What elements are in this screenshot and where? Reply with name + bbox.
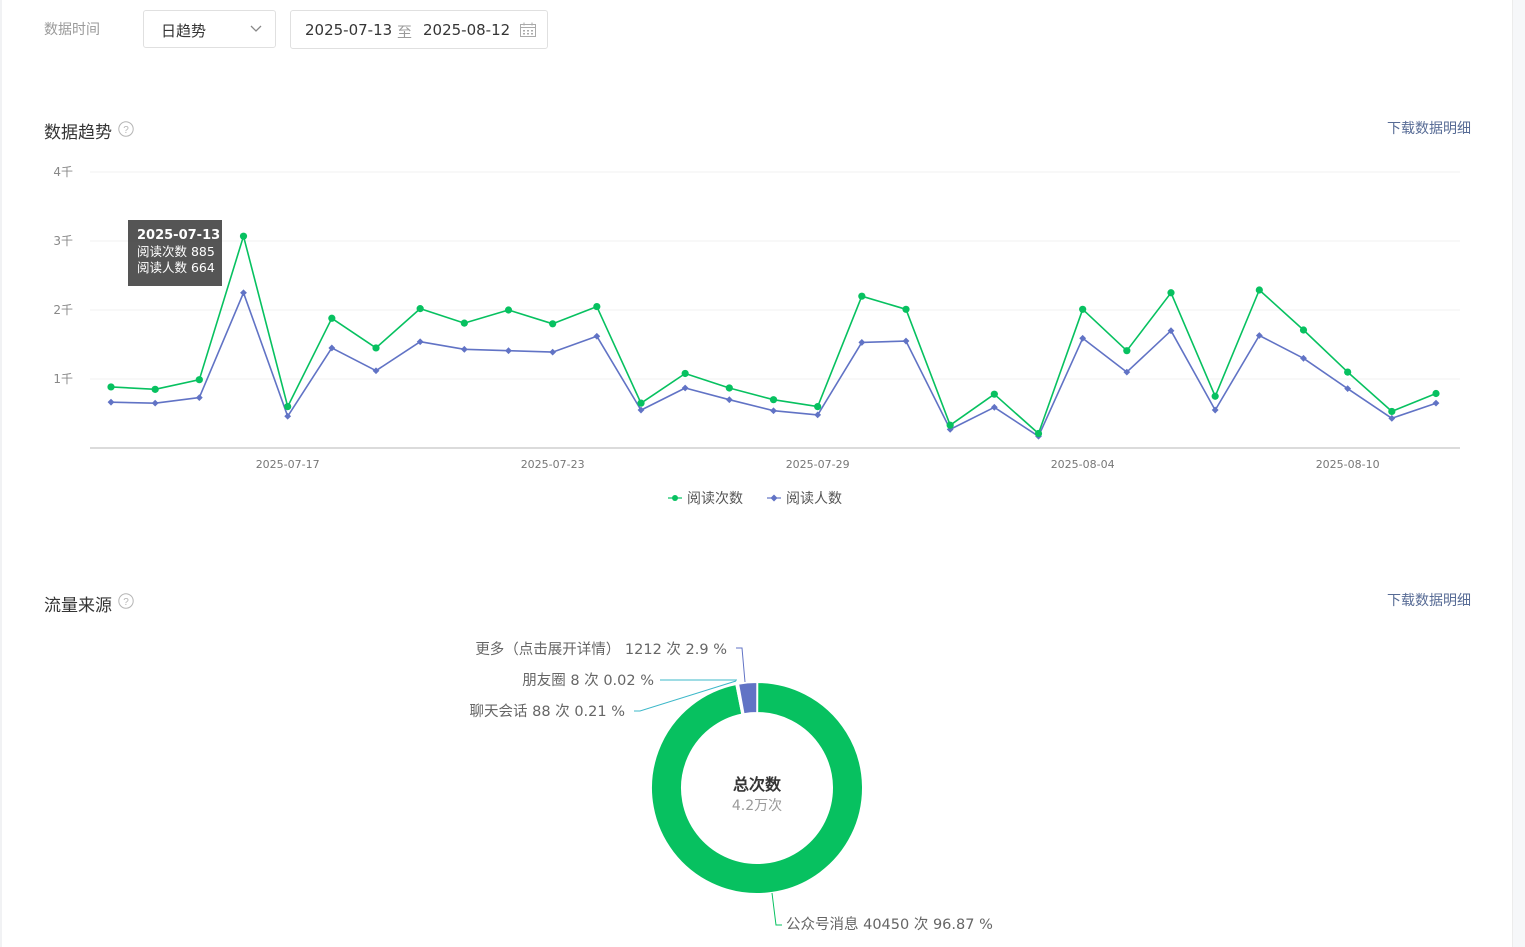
- end-date[interactable]: 2025-08-12: [423, 21, 510, 39]
- svg-text:?: ?: [123, 125, 129, 136]
- data-point[interactable]: [284, 403, 292, 411]
- slice-label-more[interactable]: 更多（点击展开详情） 1212 次 2.9 %: [475, 638, 727, 659]
- y-tick-label: 2千: [53, 303, 73, 317]
- tooltip-readers: 阅读人数 664: [137, 260, 215, 275]
- source-section-title: 流量来源: [44, 596, 112, 616]
- data-point[interactable]: [460, 319, 468, 327]
- data-point[interactable]: [549, 320, 557, 328]
- granularity-select[interactable]: 日趋势: [143, 10, 276, 48]
- data-point[interactable]: [1432, 389, 1440, 398]
- data-point[interactable]: [239, 232, 248, 240]
- data-point[interactable]: [990, 390, 998, 398]
- data-point[interactable]: [858, 292, 866, 300]
- data-point[interactable]: [814, 403, 822, 411]
- donut-center-title: 总次数: [732, 775, 781, 794]
- leader-line-more: [736, 647, 746, 683]
- donut-center-value: 4.2万次: [731, 798, 783, 814]
- data-point[interactable]: [1167, 289, 1175, 297]
- chevron-down-icon: [250, 25, 262, 32]
- data-point[interactable]: [107, 398, 115, 406]
- data-point[interactable]: [1344, 368, 1352, 376]
- data-point[interactable]: [1123, 347, 1131, 355]
- legend-label-readers: 阅读人数: [786, 491, 842, 507]
- data-point[interactable]: [328, 314, 336, 322]
- trend-download-link[interactable]: 下载数据明细: [1387, 118, 1471, 138]
- help-icon[interactable]: ?: [118, 593, 134, 609]
- page-scrollbar[interactable]: [1512, 0, 1525, 947]
- data-point[interactable]: [107, 383, 115, 391]
- data-point[interactable]: [505, 347, 512, 355]
- trend-chart: 1千 2千 3千 4千 2025-07-17 2025-07-23 2025-07-29 20…: [53, 165, 1460, 471]
- data-point[interactable]: [681, 384, 689, 392]
- svg-text:?: ?: [123, 597, 129, 608]
- slice-label-moments: 朋友圈 8 次 0.02 %: [522, 673, 654, 689]
- chart-tooltip: 2025-07-13 阅读次数 885 阅读人数 664: [128, 220, 222, 286]
- data-point[interactable]: [1432, 399, 1440, 407]
- donut-slice-chat[interactable]: [735, 682, 745, 716]
- data-point[interactable]: [637, 399, 645, 407]
- y-tick-label: 4千: [53, 165, 73, 179]
- legend-circle-icon: [668, 495, 682, 501]
- x-tick-label: 2025-08-04: [1051, 458, 1115, 471]
- donut-slice-more[interactable]: [736, 680, 759, 716]
- leader-line-official-msg: [771, 892, 782, 926]
- date-filter-label: 数据时间: [44, 22, 100, 38]
- series-line-1: [110, 292, 1437, 438]
- legend-label-reads: 阅读次数: [687, 491, 743, 507]
- data-point[interactable]: [1299, 326, 1308, 334]
- granularity-value: 日趋势: [161, 22, 207, 40]
- data-point[interactable]: [549, 348, 557, 356]
- legend-diamond-icon: [767, 494, 781, 502]
- y-tick-label: 3千: [53, 234, 73, 248]
- data-point[interactable]: [151, 399, 159, 407]
- trend-section-title: 数据趋势: [44, 123, 112, 143]
- calendar-icon: [520, 22, 536, 37]
- data-point[interactable]: [195, 376, 203, 384]
- data-point[interactable]: [1079, 305, 1087, 313]
- data-point[interactable]: [769, 396, 778, 404]
- data-point[interactable]: [725, 396, 733, 404]
- x-tick-label: 2025-07-17: [256, 458, 320, 471]
- data-point[interactable]: [770, 407, 777, 415]
- x-tick-label: 2025-07-29: [786, 458, 850, 471]
- data-point[interactable]: [1211, 392, 1219, 400]
- data-point[interactable]: [416, 305, 424, 313]
- data-point[interactable]: [151, 385, 159, 393]
- data-point[interactable]: [902, 337, 910, 345]
- range-separator: 至: [397, 23, 413, 41]
- series-line-0: [110, 235, 1437, 435]
- help-icon[interactable]: ?: [118, 121, 134, 137]
- tooltip-reads: 阅读次数 885: [137, 244, 215, 259]
- data-point[interactable]: [372, 344, 380, 352]
- slice-label-chat: 聊天会话 88 次 0.21 %: [469, 704, 625, 720]
- data-point[interactable]: [902, 305, 910, 313]
- source-download-link[interactable]: 下载数据明细: [1387, 590, 1471, 610]
- data-point[interactable]: [1255, 286, 1263, 294]
- slice-label-official-msg: 公众号消息 40450 次 96.87 %: [786, 917, 993, 933]
- data-point[interactable]: [681, 369, 689, 378]
- data-point[interactable]: [725, 384, 733, 392]
- data-point[interactable]: [593, 302, 601, 311]
- data-point[interactable]: [1034, 429, 1043, 438]
- y-tick-label: 1千: [53, 372, 73, 386]
- start-date[interactable]: 2025-07-13: [305, 21, 392, 39]
- date-range-picker[interactable]: 2025-07-13 至 2025-08-12: [290, 10, 548, 49]
- data-point[interactable]: [460, 345, 468, 353]
- data-point[interactable]: [240, 289, 247, 297]
- data-point[interactable]: [1388, 407, 1396, 416]
- donut-slice-moments[interactable]: [736, 682, 745, 716]
- data-point[interactable]: [946, 421, 954, 429]
- data-point[interactable]: [504, 306, 513, 314]
- x-tick-label: 2025-08-10: [1316, 458, 1380, 471]
- x-tick-label: 2025-07-23: [521, 458, 585, 471]
- data-point[interactable]: [195, 394, 203, 402]
- tooltip-date: 2025-07-13: [137, 228, 221, 243]
- data-point[interactable]: [593, 332, 601, 340]
